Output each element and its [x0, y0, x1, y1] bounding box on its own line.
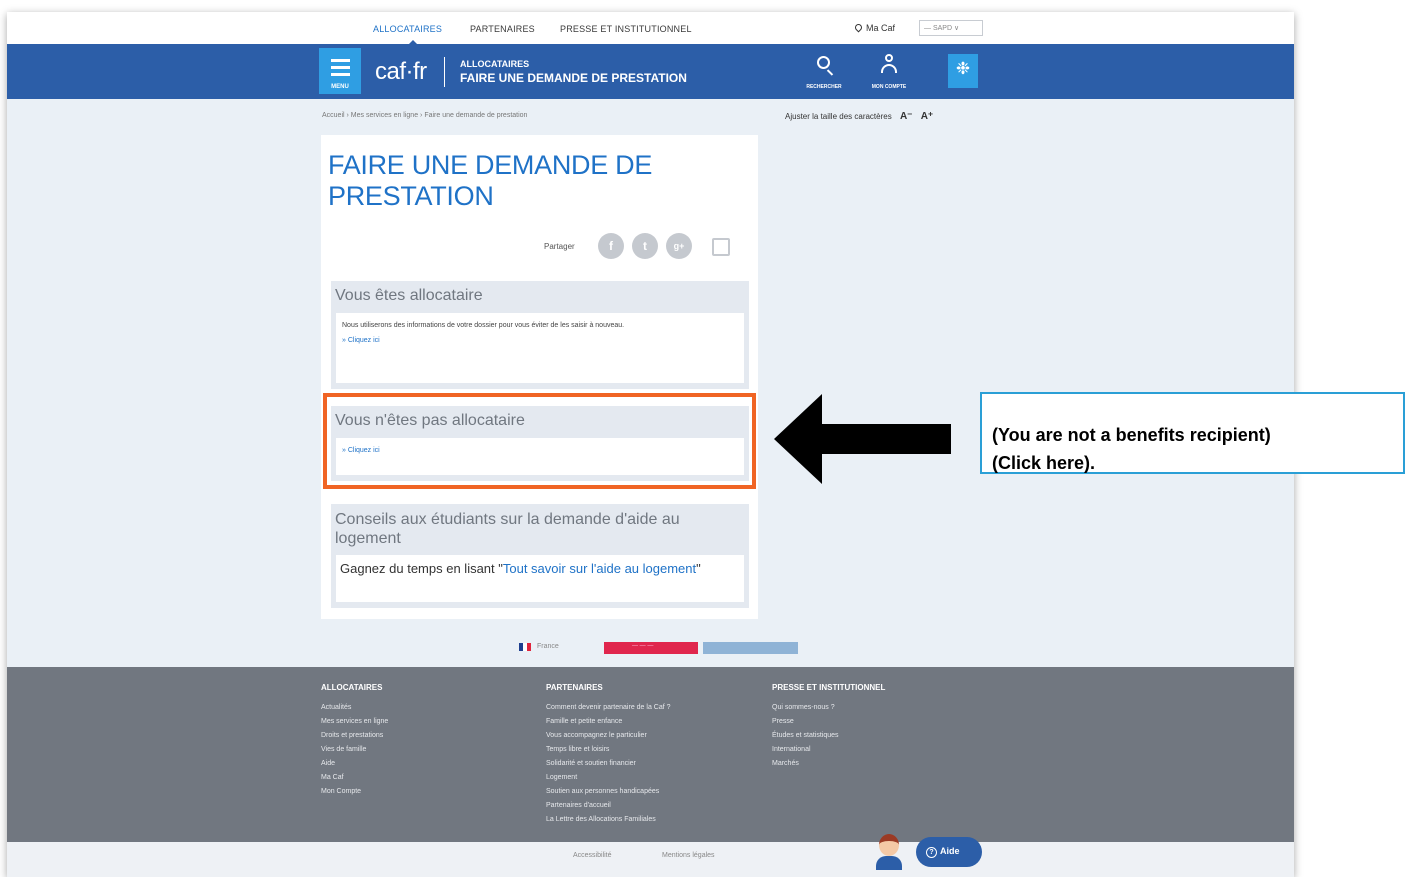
- footer-link[interactable]: Droits et prestations: [321, 729, 541, 743]
- assistant-avatar[interactable]: [874, 830, 904, 870]
- main-content-card: FAIRE UNE DEMANDE DE PRESTATION Partager…: [321, 135, 758, 619]
- menu-button[interactable]: MENU: [319, 48, 361, 94]
- location-pin-icon: [853, 22, 864, 33]
- legal-link[interactable]: Mentions légales: [662, 852, 715, 859]
- footer-column-partenaires: PARTENAIRES Comment devenir partenaire d…: [546, 683, 766, 827]
- user-icon: [881, 54, 897, 74]
- mycaf-link[interactable]: Ma Caf: [853, 22, 896, 33]
- facebook-icon[interactable]: f: [598, 233, 624, 259]
- site-header: MENU caf·fr ALLOCATAIRES FAIRE UNE DEMAN…: [7, 44, 1294, 99]
- share-label: Partager: [544, 242, 575, 251]
- region-select[interactable]: — SAPD ∨: [919, 20, 983, 36]
- annotation-callout: (You are not a benefits recipient) (Clic…: [980, 392, 1405, 474]
- top-navigation: ALLOCATAIRES PARTENAIRES PRESSE ET INSTI…: [7, 12, 1294, 44]
- red-partner-badge[interactable]: — — —: [604, 642, 698, 654]
- blue-partner-badge[interactable]: [703, 642, 798, 654]
- text-prefix: Gagnez du temps en lisant ": [340, 561, 503, 576]
- orange-highlight-box: [323, 393, 756, 489]
- font-increase-button[interactable]: A⁺: [921, 111, 934, 122]
- hamburger-icon: [331, 59, 350, 62]
- block-conseils-etudiants: Conseils aux étudiants sur la demande d'…: [331, 504, 749, 608]
- bottom-bar: Accessibilité Mentions légales ? Aide: [7, 834, 1294, 877]
- hamburger-icon-bar: [331, 66, 350, 69]
- header-category: ALLOCATAIRES: [460, 59, 530, 69]
- footer-link[interactable]: Ma Caf: [321, 771, 541, 785]
- footer-link[interactable]: Aide: [321, 757, 541, 771]
- footer-link[interactable]: Mon Compte: [321, 785, 541, 799]
- footer-link[interactable]: Comment devenir partenaire de la Caf ?: [546, 701, 766, 715]
- footer-link[interactable]: Famille et petite enfance: [546, 715, 766, 729]
- help-label: Aide: [940, 846, 960, 856]
- text-suffix: ": [696, 561, 701, 576]
- footer-link[interactable]: Études et statistiques: [772, 729, 992, 743]
- footer-link[interactable]: Vies de famille: [321, 743, 541, 757]
- block-body: Gagnez du temps en lisant "Tout savoir s…: [336, 555, 744, 602]
- question-icon: ?: [926, 847, 937, 858]
- account-button[interactable]: MON COMPTE: [862, 52, 916, 92]
- footer-link[interactable]: Temps libre et loisirs: [546, 743, 766, 757]
- font-size-label: Ajuster la taille des caractères: [785, 112, 892, 121]
- aide-logement-link[interactable]: Tout savoir sur l'aide au logement: [503, 561, 696, 576]
- footer-link[interactable]: La Lettre des Allocations Familiales: [546, 813, 766, 827]
- caf-logo[interactable]: caf·fr: [375, 58, 427, 86]
- annotation-line-1: (You are not a benefits recipient): [992, 425, 1271, 445]
- footer-column-presse: PRESSE ET INSTITUTIONNEL Qui sommes-nous…: [772, 683, 992, 771]
- footer-link[interactable]: Actualités: [321, 701, 541, 715]
- hamburger-icon-bar: [331, 73, 350, 76]
- page-title: FAIRE UNE DEMANDE DE PRESTATION: [328, 150, 653, 211]
- footer-link[interactable]: Soutien aux personnes handicapées: [546, 785, 766, 799]
- french-flag-icon: [519, 643, 531, 651]
- footer-link[interactable]: Partenaires d'accueil: [546, 799, 766, 813]
- footer-link[interactable]: Mes services en ligne: [321, 715, 541, 729]
- footer-link[interactable]: Vous accompagnez le particulier: [546, 729, 766, 743]
- footer-link[interactable]: International: [772, 743, 992, 757]
- gov-label[interactable]: France: [537, 643, 559, 650]
- footer-badges: France — — —: [503, 641, 803, 655]
- block-text: Nous utiliserons des informations de vot…: [342, 322, 625, 329]
- nav-link-allocataires[interactable]: ALLOCATAIRES: [373, 24, 442, 34]
- footer-heading: ALLOCATAIRES: [321, 683, 383, 692]
- mycaf-label: Ma Caf: [866, 23, 896, 33]
- nav-link-partenaires[interactable]: PARTENAIRES: [470, 24, 535, 34]
- block-body: Nous utiliserons des informations de vot…: [336, 313, 744, 383]
- print-icon[interactable]: [712, 238, 730, 256]
- google-plus-icon[interactable]: g+: [666, 233, 692, 259]
- twitter-icon[interactable]: t: [632, 233, 658, 259]
- nav-link-presse[interactable]: PRESSE ET INSTITUTIONNEL: [560, 24, 692, 34]
- header-page-title: FAIRE UNE DEMANDE DE PRESTATION: [460, 71, 687, 85]
- font-decrease-button[interactable]: A⁻: [900, 111, 913, 122]
- menu-label: MENU: [331, 84, 349, 90]
- logo-divider: [444, 57, 445, 87]
- help-button[interactable]: ? Aide: [916, 837, 982, 867]
- click-here-link[interactable]: » Cliquez ici: [342, 337, 738, 344]
- block-title: Conseils aux étudiants sur la demande d'…: [335, 511, 680, 547]
- footer-link[interactable]: Presse: [772, 715, 992, 729]
- block-title: Vous êtes allocataire: [335, 287, 483, 304]
- footer-link[interactable]: Marchés: [772, 757, 992, 771]
- footer-link[interactable]: Qui sommes-nous ?: [772, 701, 992, 715]
- footer-column-allocataires: ALLOCATAIRES Actualités Mes services en …: [321, 683, 541, 799]
- annotation-line-2: (Click here).: [992, 453, 1096, 473]
- footer-link[interactable]: Logement: [546, 771, 766, 785]
- search-icon: [817, 56, 830, 69]
- stage: ALLOCATAIRES PARTENAIRES PRESSE ET INSTI…: [0, 0, 1411, 877]
- block-text: Gagnez du temps en lisant "Tout savoir s…: [340, 561, 740, 576]
- block-vous-etes-allocataire: Vous êtes allocataire Nous utiliserons d…: [331, 281, 749, 389]
- region-flower-icon[interactable]: ❉: [948, 54, 978, 88]
- account-label: MON COMPTE: [871, 84, 907, 90]
- footer-link[interactable]: Solidarité et soutien financier: [546, 757, 766, 771]
- footer-heading: PRESSE ET INSTITUTIONNEL: [772, 683, 886, 692]
- footer-heading: PARTENAIRES: [546, 683, 603, 692]
- search-label: RECHERCHER: [806, 84, 842, 90]
- search-button[interactable]: RECHERCHER: [797, 52, 851, 92]
- breadcrumb[interactable]: Accueil › Mes services en ligne › Faire …: [322, 112, 527, 119]
- left-arrow-icon: [774, 394, 951, 484]
- font-size-control: Ajuster la taille des caractères A⁻ A⁺: [785, 111, 933, 122]
- red-badge-label: — — —: [632, 643, 654, 649]
- site-footer: ALLOCATAIRES Actualités Mes services en …: [7, 667, 1294, 842]
- accessibility-link[interactable]: Accessibilité: [573, 852, 612, 859]
